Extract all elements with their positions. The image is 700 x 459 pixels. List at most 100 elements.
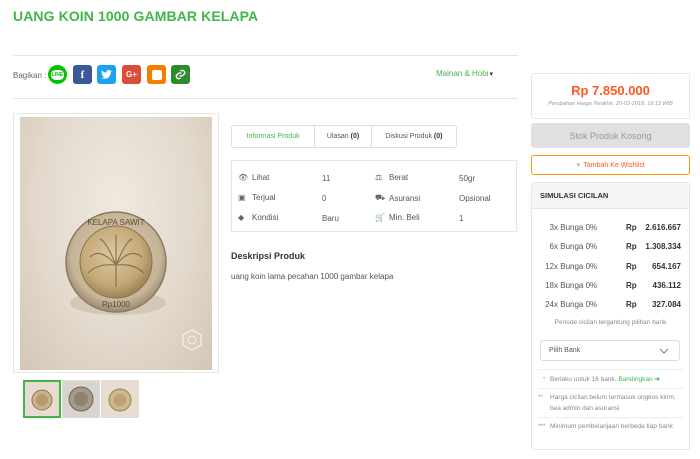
- description-title: Deskripsi Produk: [231, 251, 306, 261]
- divider: [538, 417, 683, 418]
- wishlist-label: Tambah Ke Wishlist: [583, 161, 645, 169]
- caret-down-icon: ▾: [489, 71, 493, 78]
- months: 18x: [545, 281, 558, 290]
- arrow-right-icon: ➔: [654, 376, 660, 383]
- currency: Rp: [626, 242, 637, 251]
- copy-link-button[interactable]: [171, 65, 190, 84]
- installment-header: SIMULASI CICILAN: [532, 183, 689, 209]
- note-marker: **: [538, 394, 544, 401]
- bank-select-placeholder: Pilih Bank: [549, 347, 581, 354]
- condition-value: Baru: [322, 214, 339, 223]
- condition-stat: ◆ Kondisi: [238, 213, 278, 222]
- sold-label: Terjual: [252, 193, 276, 202]
- box-icon: ▣: [238, 193, 246, 202]
- thumbnail-3[interactable]: [101, 380, 139, 418]
- eye-icon: 👁: [238, 173, 249, 182]
- weight-label: Berat: [389, 173, 409, 182]
- tab-count: (0): [433, 133, 443, 140]
- product-tabs: Informasi Produk Ulasan (0) Diskusi Prod…: [231, 125, 457, 148]
- chevron-down-icon: [659, 348, 669, 354]
- tag-icon: ◆: [238, 213, 245, 222]
- coin-text-bottom: Rp1000: [102, 300, 131, 309]
- thumbnail-image: [102, 381, 138, 417]
- category-dropdown[interactable]: Mainan & Hobi▾: [436, 69, 493, 78]
- out-of-stock-button[interactable]: Stok Produk Kosong: [531, 123, 690, 148]
- google-plus-share-button[interactable]: G+: [122, 65, 141, 84]
- sold-stat: ▣ Terjual: [238, 193, 276, 202]
- twitter-share-button[interactable]: [97, 65, 116, 84]
- views-value: 11: [322, 174, 331, 183]
- insurance-value: Opsional: [459, 194, 491, 203]
- note-text: Berlaku untuk 16 bank.: [550, 376, 617, 383]
- bank-select[interactable]: Pilih Bank: [540, 340, 680, 361]
- installment-amount: 436.112: [652, 281, 681, 290]
- price-change-note: Perubahan Harga Terakhir: 20-02-2018, 19…: [548, 101, 673, 107]
- currency: Rp: [626, 281, 637, 290]
- insurance-label: Asuransi: [389, 193, 421, 203]
- thumbnail-image: [63, 381, 99, 417]
- installment-amount: 1.308.334: [645, 242, 681, 251]
- note-marker: *: [542, 376, 546, 383]
- installment-term: 12x Bunga 0%: [542, 262, 597, 271]
- weight-stat: ⚖ Berat: [375, 173, 408, 182]
- tab-informasi-produk[interactable]: Informasi Produk: [232, 126, 316, 147]
- line-icon: LINE: [50, 69, 65, 80]
- divider: [13, 98, 518, 99]
- weight-icon: ⚖: [375, 173, 383, 182]
- divider: [13, 55, 518, 56]
- watermark-logo: [182, 329, 202, 351]
- rate: Bunga 0%: [560, 300, 598, 309]
- link-icon: [175, 69, 186, 80]
- note-text: Minimum pembelanjaan berbeda tiap bank: [550, 423, 673, 430]
- tab-diskusi-produk[interactable]: Diskusi Produk (0): [372, 126, 456, 147]
- note-banks: * Berlaku untuk 16 bank. Bandingkan ➔: [538, 374, 660, 385]
- category-label: Mainan & Hobi: [436, 69, 489, 78]
- installment-amount: 327.084: [652, 300, 681, 309]
- note-marker: ***: [538, 423, 546, 430]
- google-plus-icon: G+: [126, 70, 137, 79]
- months: 3x: [549, 223, 558, 232]
- thumbnail-1[interactable]: [23, 380, 61, 418]
- line-share-button[interactable]: LINE: [48, 65, 67, 84]
- note-price: ** Harga cicilan belum termasuk ongkos ki…: [538, 392, 683, 414]
- tab-label: Informasi Produk: [246, 133, 300, 140]
- rate: Bunga 0%: [560, 242, 598, 251]
- cart-icon: 🛒: [375, 213, 385, 222]
- sold-value: 0: [322, 194, 327, 203]
- tab-ulasan[interactable]: Ulasan (0): [315, 126, 372, 147]
- currency: Rp: [626, 300, 637, 309]
- facebook-icon: f: [80, 68, 85, 81]
- thumbnail-image: [25, 382, 59, 416]
- thumbnail-2[interactable]: [62, 380, 100, 418]
- rate: Bunga 0%: [560, 281, 598, 290]
- rate: Bunga 0%: [560, 223, 598, 232]
- compare-link[interactable]: Bandingkan: [618, 376, 652, 383]
- installment-amount: 2.616.667: [645, 223, 681, 232]
- installment-term: 6x Bunga 0%: [542, 242, 598, 251]
- product-title: UANG KOIN 1000 GAMBAR KELAPA: [13, 8, 259, 24]
- months: 6x: [549, 242, 558, 251]
- weight-value: 50gr: [459, 174, 476, 183]
- tab-label: Diskusi Produk: [385, 133, 432, 140]
- coin-text-top: KELAPA SAWIT: [87, 218, 144, 227]
- views-label: Lihat: [252, 173, 270, 182]
- months: 12x: [545, 262, 558, 271]
- heart-icon: ♥: [576, 161, 581, 169]
- share-label: Bagikan :: [13, 71, 47, 80]
- note-text: Harga cicilan belum termasuk ongkos kiri…: [550, 394, 676, 412]
- blogger-share-button[interactable]: [147, 65, 166, 84]
- tab-count: (0): [350, 133, 360, 140]
- price-box: Rp 7.850.000 Perubahan Harga Terakhir: 2…: [531, 73, 690, 119]
- condition-label: Kondisi: [252, 213, 279, 222]
- months: 24x: [545, 300, 558, 309]
- add-to-wishlist-button[interactable]: ♥ Tambah Ke Wishlist: [531, 155, 690, 175]
- truck-icon: ⛟: [375, 193, 386, 202]
- coin-image: KELAPA SAWIT Rp1000: [65, 211, 202, 351]
- facebook-share-button[interactable]: f: [73, 65, 92, 84]
- min-buy-label: Min. Beli: [389, 213, 420, 222]
- views-stat: 👁 Lihat: [238, 173, 269, 182]
- min-buy-stat: 🛒 Min. Beli: [375, 213, 420, 222]
- product-main-image[interactable]: KELAPA SAWIT Rp1000: [20, 117, 212, 370]
- currency: Rp: [626, 223, 637, 232]
- blogger-icon: [151, 69, 162, 80]
